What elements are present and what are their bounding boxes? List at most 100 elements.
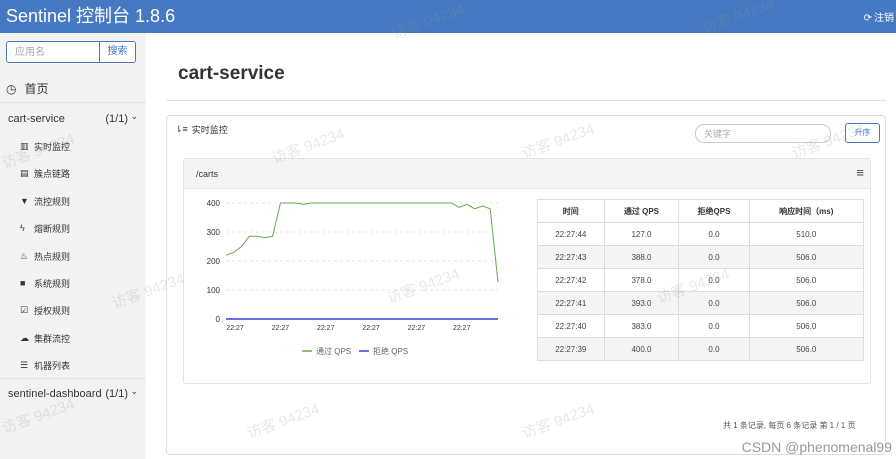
- menu-label: 簇点链路: [34, 168, 71, 179]
- x-tick-label: 22:27: [362, 325, 380, 332]
- column-header: 拒绝QPS: [678, 199, 750, 223]
- table-header-row: 时间 通过 QPS 拒绝QPS 响应时间（ms): [537, 199, 865, 223]
- app-machine-count: (1/1): [105, 113, 128, 125]
- cloud-icon: ☁: [20, 332, 29, 343]
- top-navbar: Sentinel 控制台 1.8.6 ⟳ 注销: [0, 0, 896, 33]
- legend-label: 拒绝 QPS: [373, 346, 408, 356]
- y-tick-label: 100: [207, 286, 221, 295]
- table-cell: 0.0: [678, 245, 750, 269]
- y-tick-label: 200: [207, 257, 221, 266]
- menu-icon[interactable]: ≡: [856, 165, 864, 180]
- menu-label: 授权规则: [34, 305, 71, 316]
- page-title: cart-service: [178, 63, 285, 84]
- logout-icon: ⟳: [863, 13, 872, 24]
- app-machine-count: (1/1): [105, 388, 128, 400]
- y-tick-label: 400: [207, 199, 221, 208]
- sidebar-item-home[interactable]: ◷ 首页: [6, 80, 49, 97]
- x-tick-label: 22:27: [226, 325, 244, 332]
- divider: [0, 378, 146, 379]
- check-icon: ☑: [20, 304, 29, 315]
- x-tick-label: 22:27: [408, 325, 426, 332]
- sidebar-item-system-rules[interactable]: ■ 系统规则: [20, 276, 70, 290]
- sidebar-item-realtime-monitor[interactable]: ▥ 实时监控: [20, 139, 70, 153]
- menu-label: 热点规则: [34, 251, 71, 262]
- column-header: 时间: [537, 199, 605, 223]
- sidebar-item-auth-rules[interactable]: ☑ 授权规则: [20, 303, 70, 317]
- table-cell: 0.0: [678, 337, 750, 361]
- menu-label: 机器列表: [34, 360, 71, 371]
- legend-label: 通过 QPS: [316, 346, 351, 356]
- column-header: 响应时间（ms): [748, 199, 865, 223]
- table-cell: 388.0: [603, 245, 680, 269]
- source-credit: CSDN @phenomenal99: [741, 439, 892, 455]
- search-button[interactable]: 搜索: [99, 42, 135, 62]
- table-row: 22:27:39 400.0 0.0 506.0: [537, 337, 865, 361]
- logout-button[interactable]: ⟳ 注销: [864, 9, 894, 24]
- app-search-input[interactable]: [7, 42, 100, 62]
- qps-line-chart: 0 100 200 300 400 22:27 22:27 22:27 22:27 22:27 22…: [207, 199, 499, 356]
- x-tick-label: 22:27: [272, 325, 290, 332]
- sidebar-item-flow-rules[interactable]: ▼ 流控规则: [20, 194, 70, 208]
- table-cell: 0.0: [678, 222, 750, 246]
- table-cell: 383.0: [603, 314, 680, 338]
- series-line-pass-qps: [225, 202, 499, 283]
- menu-label: 集群流控: [34, 333, 71, 344]
- column-header: 通过 QPS: [603, 199, 680, 223]
- x-tick-label: 22:27: [317, 325, 335, 332]
- table-cell: 127.0: [603, 222, 680, 246]
- metrics-table: 时间 通过 QPS 拒绝QPS 响应时间（ms) 22:27:44 127.0 0.…: [537, 199, 865, 361]
- monitor-panel: ⇂≡ 实时监控 升序 /carts ≡ 0 100 200 300 400 22:27 22…: [166, 115, 886, 455]
- resource-card: /carts ≡ 0 100 200 300 400 22:27 22:27 22:27 22:…: [183, 158, 871, 384]
- home-label: 首页: [24, 82, 49, 96]
- table-cell: 22:27:43: [537, 245, 605, 269]
- table-cell: 0.0: [678, 314, 750, 338]
- sidebar-item-hotspot-rules[interactable]: ♨ 热点规则: [20, 249, 70, 263]
- panel-header: ⇂≡ 实时监控: [175, 123, 228, 136]
- table-cell: 22:27:44: [537, 222, 605, 246]
- menu-label: 流控规则: [34, 196, 71, 207]
- table-row: 22:27:43 388.0 0.0 506.0: [537, 245, 865, 269]
- lock-icon: ■: [20, 278, 26, 288]
- fire-icon: ♨: [20, 250, 29, 261]
- panel-title: 实时监控: [191, 125, 228, 135]
- sidebar: 搜索 ◷ 首页 cart-service (1/1) ⌄ ▥ 实时监控 ▤ 簇点链路…: [0, 33, 146, 459]
- list-icon: ☰: [20, 359, 29, 370]
- table-cell: 506.0: [748, 337, 865, 361]
- table-cell: 0.0: [678, 291, 750, 315]
- app-name: cart-service: [8, 113, 65, 125]
- app-item-sentinel-dashboard[interactable]: sentinel-dashboard (1/1) ⌄: [8, 386, 138, 400]
- app-search: 搜索: [6, 41, 136, 63]
- list-icon: ▤: [20, 167, 29, 178]
- resource-name: /carts: [196, 169, 219, 179]
- chevron-down-icon: ⌄: [130, 386, 138, 396]
- divider: [166, 100, 886, 101]
- table-cell: 510.0: [748, 222, 865, 246]
- divider: [0, 102, 146, 103]
- table-cell: 506.0: [748, 291, 865, 315]
- table-cell: 506.0: [748, 268, 865, 292]
- table-row: 22:27:44 127.0 0.0 510.0: [537, 222, 865, 246]
- bar-chart-icon: ▥: [20, 140, 29, 151]
- table-row: 22:27:41 393.0 0.0 506.0: [537, 291, 865, 315]
- keyword-input[interactable]: [695, 124, 831, 143]
- sidebar-item-cluster-flow[interactable]: ☁ 集群流控: [20, 331, 70, 345]
- y-tick-label: 300: [207, 228, 221, 237]
- y-tick-label: 0: [216, 315, 221, 324]
- app-item-cart-service[interactable]: cart-service (1/1) ⌄: [8, 111, 138, 125]
- chevron-down-icon: ⌄: [130, 111, 138, 121]
- table-cell: 506.0: [748, 245, 865, 269]
- table-row: 22:27:40 383.0 0.0 506.0: [537, 314, 865, 338]
- sidebar-item-degrade-rules[interactable]: ϟ 熔断规则: [20, 221, 70, 235]
- sidebar-item-cluster-link[interactable]: ▤ 簇点链路: [20, 166, 70, 180]
- table-cell: 0.0: [678, 268, 750, 292]
- menu-label: 实时监控: [34, 141, 71, 152]
- table-cell: 22:27:39: [537, 337, 605, 361]
- app-title[interactable]: Sentinel 控制台 1.8.6: [6, 4, 175, 28]
- table-cell: 506.0: [748, 314, 865, 338]
- sort-icon: ⇂≡: [175, 124, 188, 134]
- sidebar-item-machine-list[interactable]: ☰ 机器列表: [20, 358, 70, 372]
- table-cell: 22:27:42: [537, 268, 605, 292]
- x-tick-label: 22:27: [453, 325, 471, 332]
- sort-ascending-button[interactable]: 升序: [845, 123, 880, 143]
- dashboard-icon: ◷: [6, 81, 17, 96]
